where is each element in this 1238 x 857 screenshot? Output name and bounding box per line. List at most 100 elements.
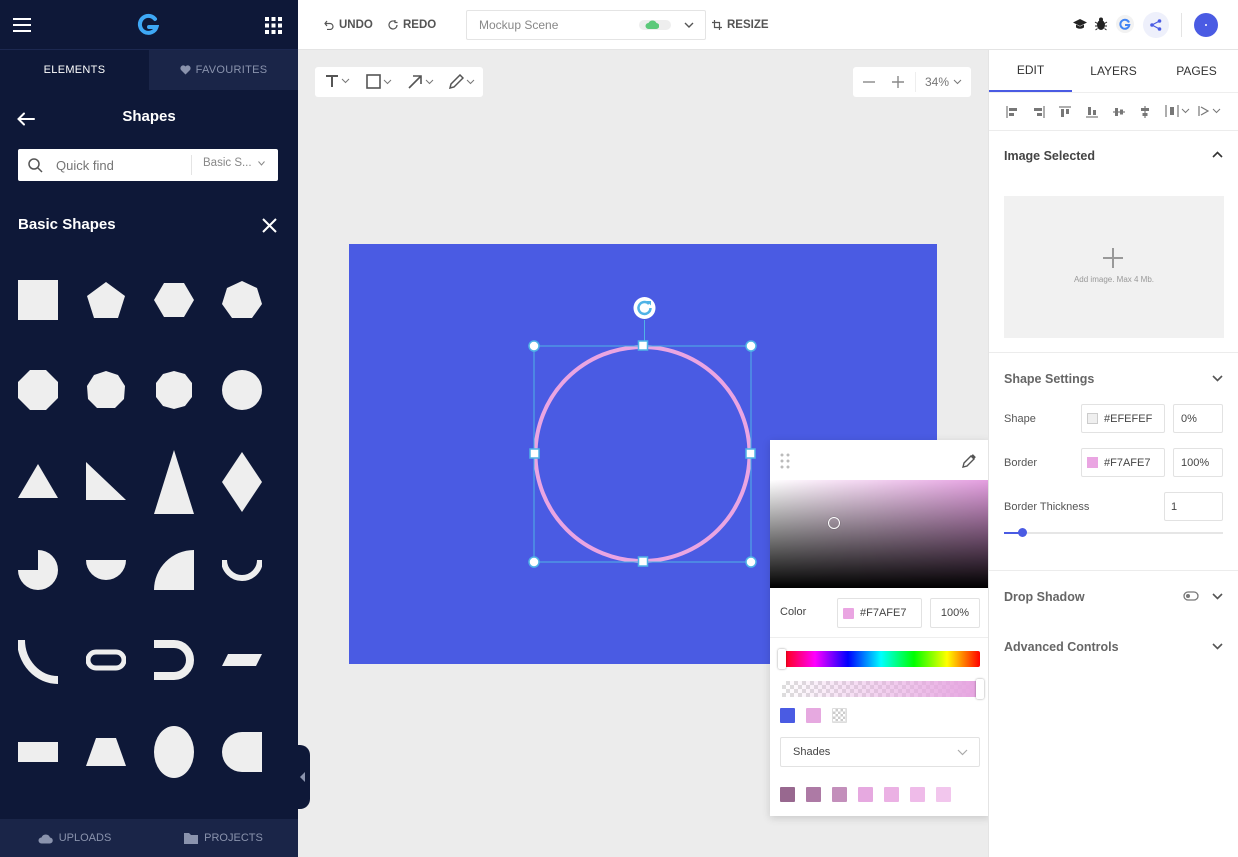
- shape-pentagon[interactable]: [86, 280, 126, 320]
- menu-icon[interactable]: [13, 17, 31, 33]
- search-input[interactable]: [56, 155, 186, 175]
- preset-swatch-transparent[interactable]: [832, 708, 847, 723]
- border-thickness-slider[interactable]: [1004, 528, 1223, 537]
- shape-arc[interactable]: [222, 550, 262, 590]
- apps-grid-icon[interactable]: [265, 17, 282, 34]
- shade-swatch[interactable]: [936, 787, 951, 802]
- shape-right-triangle[interactable]: [86, 460, 126, 500]
- google-icon[interactable]: [1116, 15, 1134, 33]
- resize-handle-n[interactable]: [637, 340, 649, 351]
- shape-nonagon[interactable]: [86, 370, 126, 410]
- resize-handle-nw[interactable]: [528, 340, 540, 352]
- shape-square[interactable]: [18, 280, 58, 320]
- resize-handle-s[interactable]: [637, 556, 649, 567]
- search-filter-dropdown[interactable]: Basic S...: [203, 157, 265, 169]
- align-left-icon[interactable]: [1006, 106, 1018, 118]
- tab-pages[interactable]: PAGES: [1155, 50, 1238, 92]
- resize-handle-sw[interactable]: [528, 556, 540, 568]
- circle-shape[interactable]: [533, 345, 752, 563]
- text-tool[interactable]: [325, 74, 350, 88]
- shape-hexagon[interactable]: [154, 280, 194, 320]
- shape-quarter-arc[interactable]: [18, 640, 58, 684]
- resize-button[interactable]: RESIZE: [712, 0, 769, 50]
- shape-triangle[interactable]: [18, 460, 58, 500]
- resize-handle-se[interactable]: [745, 556, 757, 568]
- alpha-slider[interactable]: [782, 679, 984, 699]
- projects-button[interactable]: PROJECTS: [149, 819, 298, 857]
- zoom-in-icon[interactable]: [892, 76, 904, 88]
- tab-edit[interactable]: EDIT: [989, 50, 1072, 92]
- bug-icon[interactable]: [1094, 17, 1108, 31]
- preset-swatch-pink[interactable]: [806, 708, 821, 723]
- resize-handle-ne[interactable]: [745, 340, 757, 352]
- chevron-down-icon[interactable]: [1212, 643, 1223, 650]
- shade-swatch[interactable]: [806, 787, 821, 802]
- sidebar-collapse-handle[interactable]: [298, 745, 310, 809]
- resize-handle-e[interactable]: [745, 448, 756, 459]
- arrow-tool[interactable]: [408, 74, 434, 89]
- shape-fill-opacity-input[interactable]: 0%: [1173, 404, 1223, 433]
- shade-swatch[interactable]: [884, 787, 899, 802]
- eyedropper-icon[interactable]: [961, 453, 977, 469]
- shape-tool[interactable]: [366, 74, 392, 89]
- scene-selector[interactable]: Mockup Scene: [466, 10, 706, 40]
- shape-decagon[interactable]: [154, 370, 194, 410]
- border-color-input[interactable]: #F7AFE7: [1081, 448, 1165, 477]
- selected-circle-shape[interactable]: [520, 290, 770, 580]
- pen-tool[interactable]: [449, 74, 475, 89]
- resize-handle-w[interactable]: [529, 448, 540, 459]
- hue-slider[interactable]: [778, 649, 980, 669]
- toggle-icon[interactable]: [1183, 591, 1199, 601]
- saturation-value-area[interactable]: [770, 480, 990, 588]
- distribute-dropdown[interactable]: [1165, 105, 1190, 117]
- shape-ellipse[interactable]: [154, 726, 194, 778]
- preset-swatch-blue[interactable]: [780, 708, 795, 723]
- shape-rectangle[interactable]: [18, 732, 58, 772]
- tab-favourites[interactable]: FAVOURITES: [149, 50, 298, 90]
- uploads-button[interactable]: UPLOADS: [0, 819, 149, 857]
- tab-layers[interactable]: LAYERS: [1072, 50, 1155, 92]
- rotate-handle[interactable]: [633, 297, 656, 319]
- shape-trapezoid[interactable]: [86, 732, 126, 772]
- zoom-select[interactable]: 34%: [925, 75, 962, 89]
- align-bottom-icon[interactable]: [1086, 106, 1098, 118]
- add-image-dropzone[interactable]: Add image. Max 4 Mb.: [1004, 196, 1224, 338]
- redo-button[interactable]: REDO: [388, 0, 436, 50]
- graduation-cap-icon[interactable]: [1073, 18, 1087, 30]
- align-right-icon[interactable]: [1033, 106, 1045, 118]
- shade-swatch[interactable]: [832, 787, 847, 802]
- border-opacity-input[interactable]: 100%: [1173, 448, 1223, 477]
- shade-swatch[interactable]: [858, 787, 873, 802]
- undo-button[interactable]: UNDO: [324, 0, 373, 50]
- border-thickness-input[interactable]: 1: [1164, 492, 1223, 521]
- close-icon[interactable]: [262, 218, 277, 233]
- chevron-up-icon[interactable]: [1212, 151, 1223, 158]
- shape-octagon[interactable]: [18, 370, 58, 410]
- shape-diamond[interactable]: [222, 452, 262, 512]
- shape-tall-triangle[interactable]: [154, 450, 194, 514]
- shape-fill-color-input[interactable]: #EFEFEF: [1081, 404, 1165, 433]
- color-cursor[interactable]: [828, 517, 840, 529]
- tab-elements[interactable]: ELEMENTS: [0, 50, 149, 90]
- more-align-dropdown[interactable]: [1198, 105, 1221, 117]
- shape-pie[interactable]: [18, 550, 58, 590]
- shape-circle[interactable]: [222, 370, 262, 410]
- drag-handle-icon[interactable]: [780, 453, 790, 469]
- hex-input[interactable]: #F7AFE7: [837, 598, 922, 628]
- opacity-input[interactable]: 100%: [930, 598, 980, 628]
- alpha-thumb[interactable]: [976, 679, 984, 699]
- shape-heptagon[interactable]: [222, 280, 262, 320]
- slider-thumb[interactable]: [1018, 528, 1027, 537]
- shape-rounded-rect-outline[interactable]: [86, 640, 126, 680]
- hue-thumb[interactable]: [778, 649, 786, 669]
- avatar[interactable]: [1194, 13, 1218, 37]
- align-center-horizontal-icon[interactable]: [1139, 106, 1151, 118]
- chevron-down-icon[interactable]: [1212, 375, 1223, 382]
- share-button[interactable]: [1143, 12, 1169, 38]
- shape-parallelogram[interactable]: [222, 640, 262, 680]
- align-top-icon[interactable]: [1059, 106, 1071, 118]
- align-center-vertical-icon[interactable]: [1113, 106, 1125, 118]
- shade-swatch[interactable]: [910, 787, 925, 802]
- shape-rounded-square[interactable]: [222, 732, 262, 772]
- shape-d-outline[interactable]: [154, 640, 194, 680]
